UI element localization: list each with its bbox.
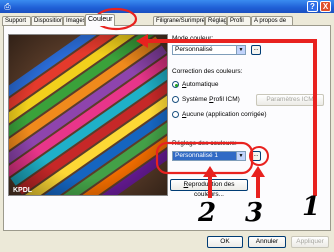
color-mode-value: Personnalisé (175, 46, 213, 53)
printer-properties-window: ⎙ ? X Support Disposition Images Couleur… (0, 0, 334, 252)
printer-icon: ⎙ (4, 2, 11, 11)
cancel-button[interactable]: Annuler (248, 236, 286, 248)
radio-none-label: Aucune (application corrigée) (182, 111, 267, 118)
crayons-preview-image (8, 34, 168, 196)
callout-number-3: 3 (245, 198, 264, 228)
color-correction-label: Correction des couleurs: (172, 68, 243, 75)
ok-button[interactable]: OK (207, 236, 243, 248)
callout-number-1: 1 (302, 192, 321, 222)
color-mode-select[interactable]: Personnalisé ▼ (172, 45, 246, 55)
radio-automatic-label: Automatique (182, 81, 219, 88)
radio-system-icm[interactable] (172, 96, 179, 103)
color-adjust-more-button[interactable]: ... (251, 151, 261, 161)
radio-none[interactable] (172, 111, 179, 118)
help-button[interactable]: ? (307, 1, 318, 12)
color-adjust-label: Réglage des couleurs: (172, 140, 237, 147)
tab-couleur[interactable]: Couleur (85, 14, 115, 26)
photo-caption: KPDL (13, 187, 33, 194)
icm-settings-button[interactable]: Paramètres ICM (256, 94, 324, 106)
color-adjust-value: Personnalisé 1 (175, 152, 218, 159)
radio-system-icm-label: Système Profil ICM) (182, 96, 240, 103)
chevron-down-icon: ▼ (236, 46, 245, 54)
callout-number-2: 2 (198, 198, 217, 228)
color-mode-label: Mode couleur: (172, 35, 214, 42)
color-adjust-select[interactable]: Personnalisé 1 ▼ (172, 151, 246, 161)
title-bar[interactable]: ⎙ ? X (0, 0, 334, 13)
chevron-down-icon: ▼ (236, 152, 245, 160)
radio-automatic[interactable] (172, 81, 179, 88)
color-mode-more-button[interactable]: ... (251, 45, 261, 55)
color-reproduction-button[interactable]: Reproduction des couleurs... (170, 179, 248, 198)
apply-button[interactable]: Appliquer (291, 236, 329, 248)
crayons-illustration (9, 35, 167, 195)
close-button[interactable]: X (320, 1, 331, 12)
